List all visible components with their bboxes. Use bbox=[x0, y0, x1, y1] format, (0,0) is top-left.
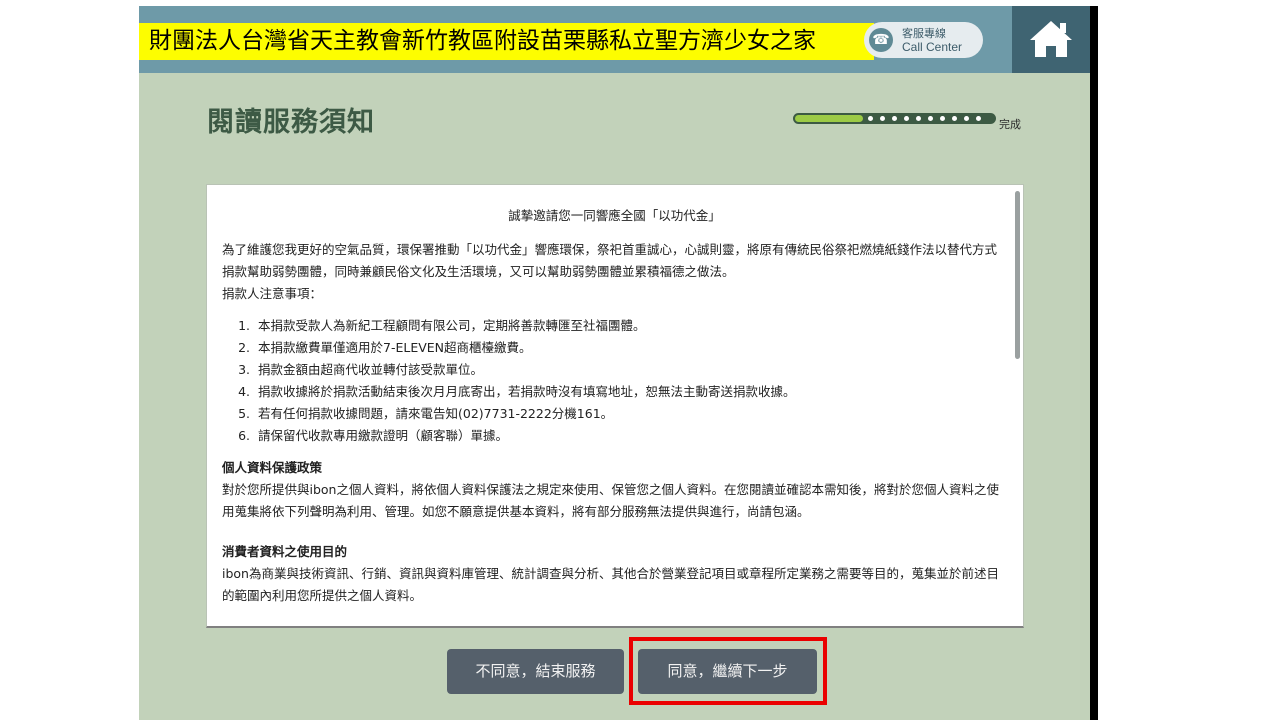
list-item: 本捐款受款人為新紀工程顧問有限公司，定期將善款轉匯至社福團體。 bbox=[254, 315, 1007, 337]
privacy-heading: 個人資料保護政策 bbox=[222, 460, 323, 475]
accept-button[interactable]: 同意，繼續下一步 bbox=[638, 649, 817, 694]
progress-step-dot bbox=[940, 116, 945, 121]
call-center-button[interactable]: ☎ 客服專線 Call Center bbox=[864, 22, 983, 58]
phone-icon: ☎ bbox=[869, 28, 893, 52]
page-title: 閱讀服務須知 bbox=[207, 107, 375, 138]
progress-step-dot bbox=[928, 116, 933, 121]
list-item: 請保留代收款專用繳款證明（顧客聯）單據。 bbox=[254, 425, 1007, 447]
notice-title: 誠摯邀請您一同響應全國「以功代金」 bbox=[508, 208, 721, 223]
list-item: 本捐款繳費單僅適用於7-ELEVEN超商櫃檯繳費。 bbox=[254, 337, 1007, 359]
purpose-text: ibon為商業與技術資訊、行銷、資訊與資料庫管理、統計調查與分析、其他合於營業登… bbox=[222, 566, 999, 603]
purpose-heading: 消費者資料之使用目的 bbox=[222, 544, 348, 559]
progress-step-dot bbox=[976, 116, 981, 121]
list-item: 捐款收據將於捐款活動結束後次月月底寄出，若捐款時沒有填寫地址，恕無法主動寄送捐款… bbox=[254, 381, 1007, 403]
kiosk-screen: 財團法人台灣省天主教會新竹教區附設苗栗縣私立聖方濟少女之家 ☎ 客服專線 Cal… bbox=[139, 6, 1090, 720]
list-item: 捐款金額由超商代收並轉付該受款單位。 bbox=[254, 359, 1007, 381]
home-button[interactable] bbox=[1012, 6, 1090, 73]
screen-edge bbox=[1090, 6, 1098, 720]
progress-step-dot bbox=[868, 116, 873, 121]
call-center-label-zh: 客服專線 bbox=[902, 27, 946, 40]
notes-label: 捐款人注意事項： bbox=[222, 286, 323, 301]
notes-list: 本捐款受款人為新紀工程顧問有限公司，定期將善款轉匯至社福團體。 本捐款繳費單僅適… bbox=[222, 315, 1007, 447]
notice-content: 誠摯邀請您一同響應全國「以功代金」 為了維護您我更好的空氣品質，環保署推動「以功… bbox=[222, 205, 1007, 607]
progress-step-dot bbox=[892, 116, 897, 121]
call-center-label-en: Call Center bbox=[902, 40, 963, 54]
organization-title: 財團法人台灣省天主教會新竹教區附設苗栗縣私立聖方濟少女之家 bbox=[139, 23, 874, 60]
progress-step-dot bbox=[880, 116, 885, 121]
progress-label: 完成 bbox=[999, 118, 1021, 131]
progress-step-dot bbox=[952, 116, 957, 121]
progress-step-dot bbox=[904, 116, 909, 121]
decline-button[interactable]: 不同意，結束服務 bbox=[447, 649, 624, 694]
service-notice-panel[interactable]: 誠摯邀請您一同響應全國「以功代金」 為了維護您我更好的空氣品質，環保署推動「以功… bbox=[206, 184, 1024, 628]
progress-bar bbox=[793, 113, 996, 124]
top-bar: 財團法人台灣省天主教會新竹教區附設苗栗縣私立聖方濟少女之家 ☎ 客服專線 Cal… bbox=[139, 6, 1090, 73]
progress-fill bbox=[795, 115, 863, 122]
home-icon bbox=[1030, 21, 1072, 57]
list-item: 若有任何捐款收據問題，請來電告知(02)7731-2222分機161。 bbox=[254, 403, 1007, 425]
scrollbar[interactable] bbox=[1015, 191, 1020, 359]
progress-step-dot bbox=[916, 116, 921, 121]
privacy-text: 對於您所提供與ibon之個人資料，將依個人資料保護法之規定來使用、保管您之個人資… bbox=[222, 482, 999, 519]
progress-step-dot bbox=[964, 116, 969, 121]
notice-intro: 為了維護您我更好的空氣品質，環保署推動「以功代金」響應環保，祭祀首重誠心，心誠則… bbox=[222, 242, 998, 279]
